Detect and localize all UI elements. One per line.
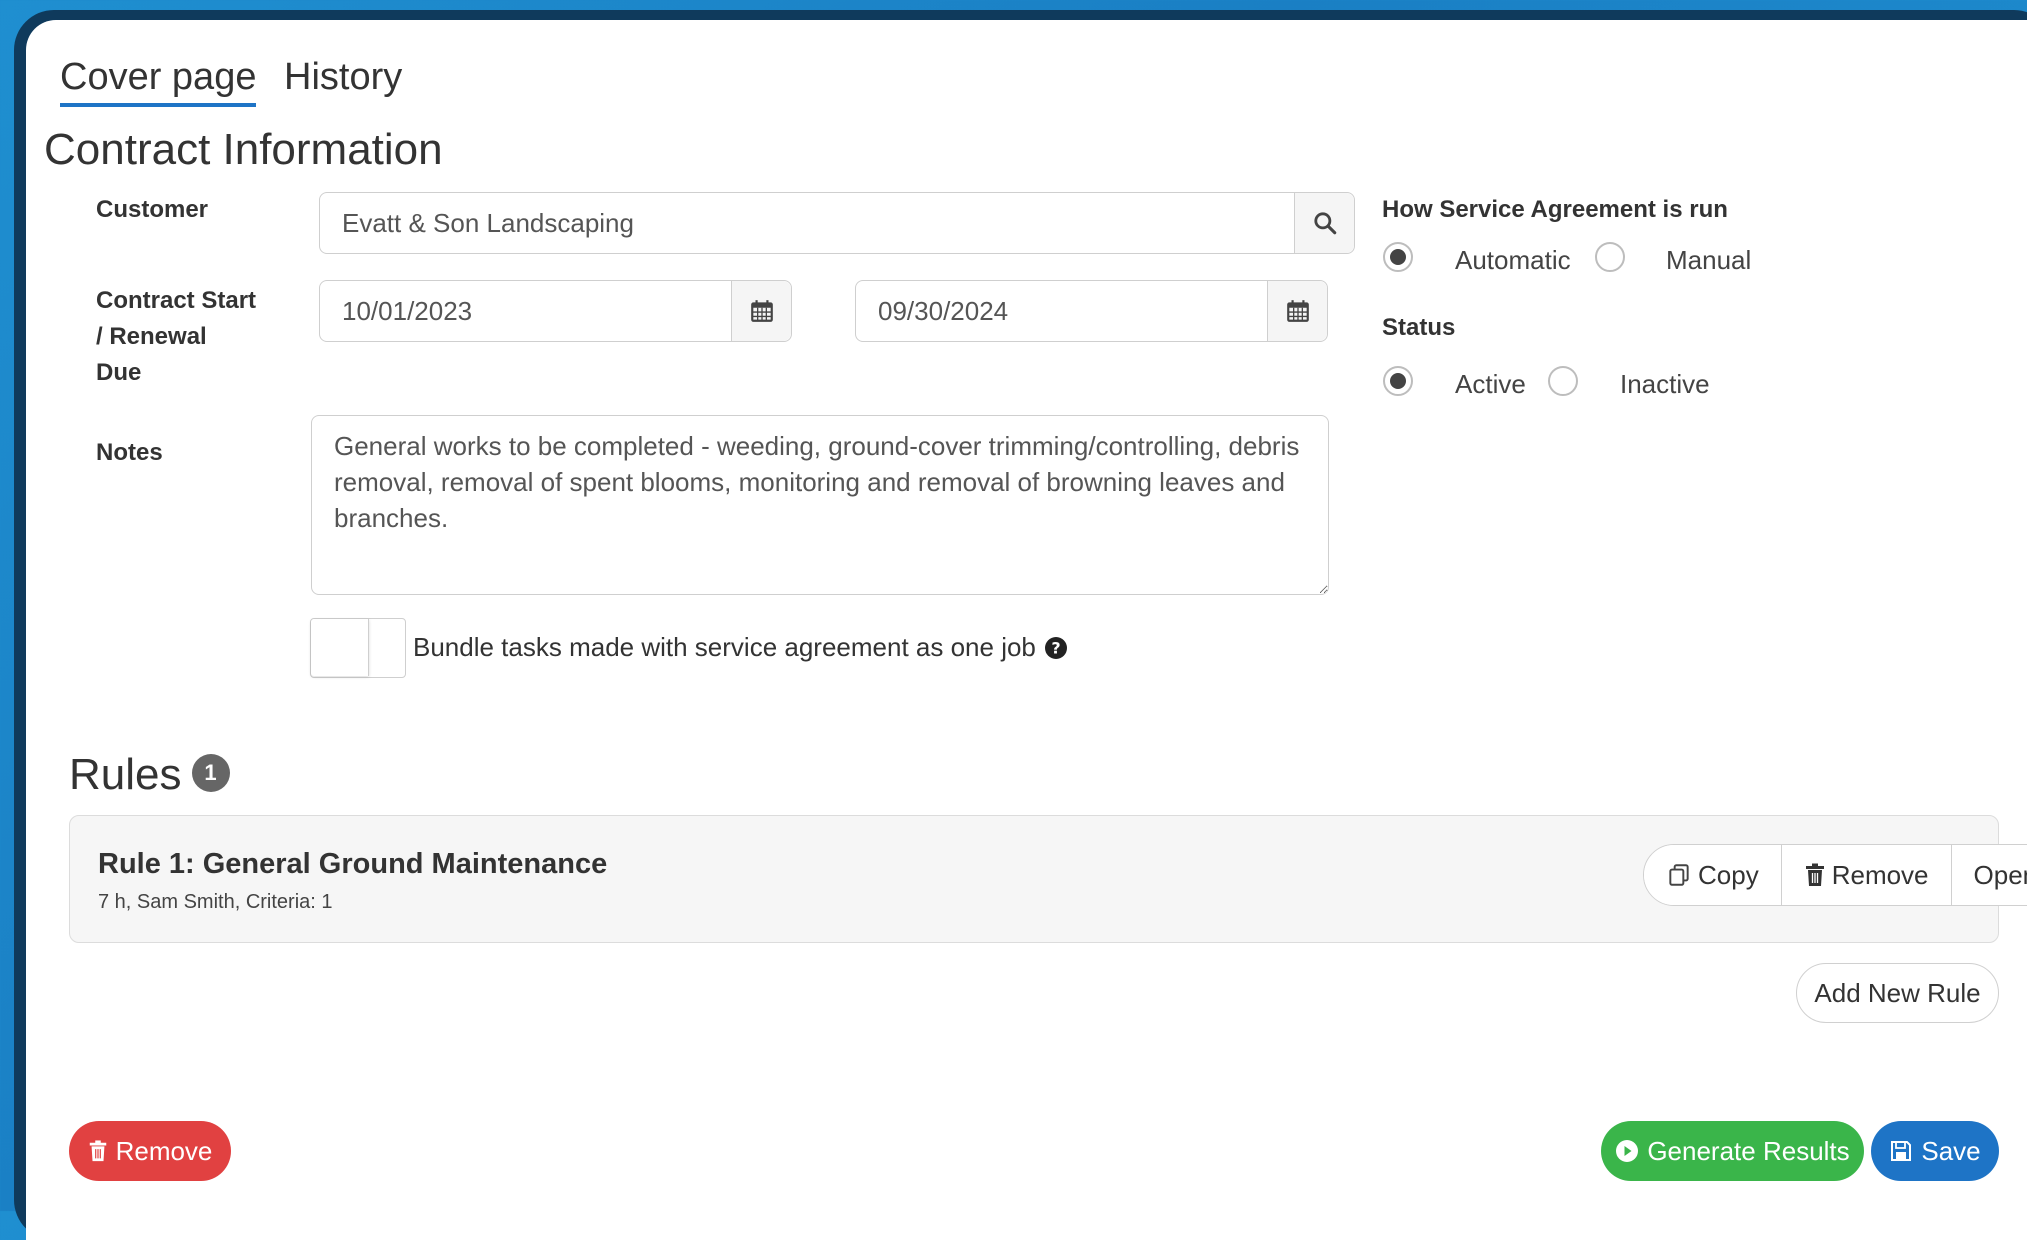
- contract-dates-label: Contract Start / Renewal Due: [96, 283, 256, 391]
- remove-agreement-label: Remove: [115, 1135, 213, 1166]
- generate-results-label: Generate Results: [1647, 1135, 1850, 1166]
- copy-rule-button[interactable]: Copy: [1644, 845, 1782, 905]
- help-icon[interactable]: ?: [1044, 636, 1068, 660]
- add-new-rule-button[interactable]: Add New Rule: [1796, 963, 1999, 1023]
- notes-label: Notes: [96, 439, 163, 466]
- status-label: Status: [1382, 314, 1456, 341]
- calendar-icon: [1286, 300, 1309, 322]
- remove-agreement-button[interactable]: Remove: [69, 1121, 231, 1181]
- main-panel: Cover page History Contract Information …: [26, 20, 2027, 1240]
- rules-count-badge: 1: [191, 754, 230, 793]
- radio-inactive[interactable]: [1548, 366, 1578, 396]
- bundle-toggle[interactable]: [310, 618, 406, 678]
- rule-subtitle: 7 h, Sam Smith, Criteria: 1: [98, 891, 333, 913]
- rules-heading: Rules 1: [69, 750, 230, 800]
- toggle-knob: [311, 619, 369, 676]
- renewal-due-calendar-button[interactable]: [1267, 281, 1327, 341]
- rules-title: Rules: [69, 750, 182, 799]
- radio-manual[interactable]: [1595, 242, 1625, 272]
- remove-label: Remove: [1831, 859, 1929, 890]
- calendar-icon: [750, 300, 773, 322]
- contract-start-calendar-button[interactable]: [731, 281, 791, 341]
- search-icon: [1313, 212, 1336, 235]
- radio-inactive-label: Inactive: [1620, 369, 1710, 399]
- bundle-label-text: Bundle tasks made with service agreement…: [413, 632, 1036, 662]
- radio-manual-label: Manual: [1666, 245, 1752, 275]
- notes-textarea[interactable]: [311, 415, 1329, 595]
- renewal-due-input[interactable]: 09/30/2024: [855, 280, 1328, 342]
- generate-results-button[interactable]: Generate Results: [1601, 1121, 1864, 1181]
- run-mode-label: How Service Agreement is run: [1382, 196, 1728, 223]
- copy-label: Copy: [1698, 859, 1759, 890]
- radio-automatic-label: Automatic: [1455, 245, 1571, 275]
- rule-title: Rule 1: General Ground Maintenance: [98, 848, 608, 880]
- contract-label-line1: Contract Start: [96, 287, 257, 314]
- renewal-due-value: 09/30/2024: [878, 295, 1009, 326]
- copy-icon: [1669, 864, 1689, 886]
- trash-icon: [1805, 863, 1824, 886]
- radio-automatic[interactable]: [1383, 242, 1413, 272]
- radio-active[interactable]: [1383, 366, 1413, 396]
- contract-label-line3: Due: [96, 359, 142, 386]
- section-title: Contract Information: [44, 125, 443, 174]
- svg-text:?: ?: [1051, 638, 1060, 657]
- floppy-disk-icon: [1891, 1141, 1912, 1161]
- customer-input[interactable]: Evatt & Son Landscaping: [319, 192, 1355, 254]
- contract-label-line2: / Renewal: [96, 323, 207, 350]
- trash-icon: [89, 1140, 106, 1162]
- contract-start-value: 10/01/2023: [342, 295, 473, 326]
- customer-value: Evatt & Son Landscaping: [342, 207, 634, 238]
- customer-search-button[interactable]: [1294, 193, 1354, 253]
- rule-actions: Copy Remove Open: [1643, 844, 2027, 906]
- customer-label: Customer: [96, 196, 209, 223]
- play-circle-icon: [1616, 1140, 1639, 1162]
- remove-rule-button[interactable]: Remove: [1781, 845, 1952, 905]
- tab-cover-page[interactable]: Cover page: [60, 56, 257, 107]
- open-rule-button[interactable]: Open: [1951, 845, 2027, 905]
- save-label: Save: [1921, 1135, 1981, 1166]
- rule-card: Rule 1: General Ground Maintenance 7 h, …: [69, 815, 2027, 943]
- tab-history[interactable]: History: [284, 56, 402, 99]
- contract-start-input[interactable]: 10/01/2023: [319, 280, 792, 342]
- bundle-toggle-label: Bundle tasks made with service agreement…: [413, 632, 1068, 663]
- save-button[interactable]: Save: [1871, 1121, 1999, 1181]
- open-label: Open: [1973, 859, 2027, 890]
- radio-active-label: Active: [1455, 369, 1526, 399]
